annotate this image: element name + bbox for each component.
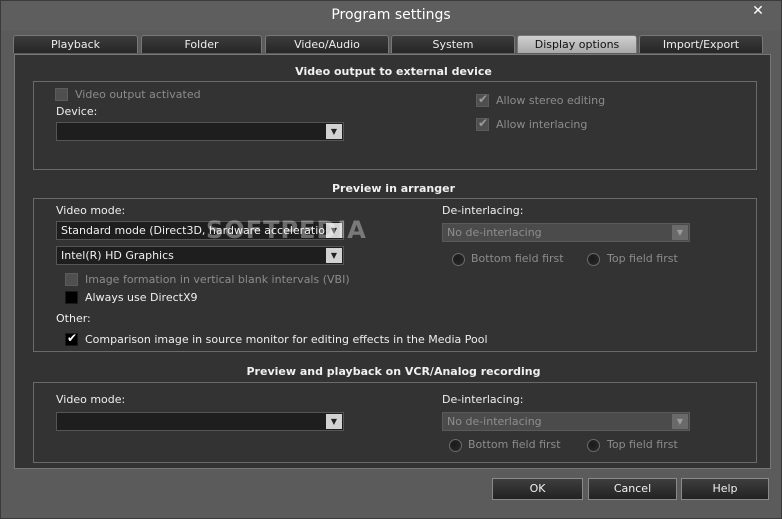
directx9-checkbox[interactable] — [65, 291, 78, 304]
device-label: Device: — [56, 105, 98, 118]
chevron-down-icon: ▼ — [672, 414, 688, 429]
vcr-bottom-field-radio[interactable] — [449, 439, 462, 452]
vcr-video-mode-label: Video mode: — [56, 393, 126, 406]
vcr-top-field-radio[interactable] — [587, 439, 600, 452]
arranger-top-field-radio[interactable] — [587, 253, 600, 266]
arranger-group: Video mode: Standard mode (Direct3D, har… — [33, 198, 757, 352]
softpedia-watermark: SOFTPEDIA — [206, 216, 367, 244]
arranger-video-mode-label: Video mode: — [56, 204, 126, 217]
title-bar: Program settings ✕ — [1, 1, 781, 31]
external-section-title: Video output to external device — [295, 65, 492, 78]
allow-stereo-checkbox[interactable]: ✔ — [476, 92, 489, 107]
video-output-checkbox[interactable] — [55, 88, 68, 101]
program-settings-window: Program settings ✕ Playback Folder Video… — [0, 0, 782, 519]
ok-button[interactable]: OK — [492, 478, 583, 500]
comparison-image-checkbox[interactable]: ✔ — [65, 331, 78, 346]
comparison-image-label: Comparison image in source monitor for e… — [85, 333, 488, 346]
graphics-adapter-value: Intel(R) HD Graphics — [61, 249, 174, 262]
vbi-checkbox[interactable] — [65, 273, 78, 286]
arranger-deinterlacing-value: No de-interlacing — [447, 226, 542, 239]
tab-bar: Playback Folder Video/Audio System Displ… — [13, 35, 773, 55]
vcr-top-field-label: Top field first — [607, 438, 678, 451]
device-dropdown[interactable]: ▼ — [56, 122, 344, 141]
tab-display-options[interactable]: Display options — [517, 35, 637, 53]
vcr-group: Video mode: ▼ De-interlacing: No de-inte… — [33, 382, 757, 463]
cancel-button[interactable]: Cancel — [588, 478, 677, 500]
vbi-label: Image formation in vertical blank interv… — [85, 273, 350, 286]
video-output-label: Video output activated — [75, 88, 201, 101]
tab-import-export[interactable]: Import/Export — [639, 35, 763, 53]
help-button[interactable]: Help — [681, 478, 769, 500]
tab-video-audio[interactable]: Video/Audio — [265, 35, 389, 53]
vcr-bottom-field-label: Bottom field first — [468, 438, 561, 451]
tab-system[interactable]: System — [391, 35, 515, 53]
chevron-down-icon: ▼ — [326, 248, 342, 263]
tab-folder[interactable]: Folder — [141, 35, 262, 53]
arranger-deinterlacing-label: De-interlacing: — [442, 204, 524, 217]
arranger-bottom-field-label: Bottom field first — [471, 252, 564, 265]
arranger-deinterlacing-dropdown[interactable]: No de-interlacing ▼ — [442, 223, 690, 242]
chevron-down-icon: ▼ — [326, 124, 342, 139]
external-group: Video output activated Device: ▼ ✔ Allow… — [33, 81, 757, 170]
vcr-video-mode-dropdown[interactable]: ▼ — [56, 412, 344, 431]
window-title: Program settings — [331, 7, 451, 23]
vcr-deinterlacing-dropdown[interactable]: No de-interlacing ▼ — [442, 412, 690, 431]
check-icon: ✔ — [67, 331, 78, 345]
check-icon: ✔ — [478, 92, 489, 106]
tab-playback[interactable]: Playback — [13, 35, 138, 53]
close-icon[interactable]: ✕ — [741, 1, 775, 23]
tab-content-panel: Video output to external device Video ou… — [14, 54, 771, 469]
chevron-down-icon: ▼ — [326, 414, 342, 429]
arranger-section-title: Preview in arranger — [331, 182, 456, 195]
directx9-label: Always use DirectX9 — [85, 291, 198, 304]
chevron-down-icon: ▼ — [672, 225, 688, 240]
vcr-deinterlacing-label: De-interlacing: — [442, 393, 524, 406]
graphics-adapter-dropdown[interactable]: Intel(R) HD Graphics ▼ — [56, 246, 344, 265]
other-label: Other: — [56, 312, 91, 325]
arranger-bottom-field-radio[interactable] — [452, 253, 465, 266]
allow-stereo-label: Allow stereo editing — [496, 94, 606, 107]
vcr-deinterlacing-value: No de-interlacing — [447, 415, 542, 428]
check-icon: ✔ — [478, 116, 489, 130]
allow-interlacing-label: Allow interlacing — [496, 118, 588, 131]
allow-interlacing-checkbox[interactable]: ✔ — [476, 116, 489, 131]
arranger-top-field-label: Top field first — [607, 252, 678, 265]
vcr-section-title: Preview and playback on VCR/Analog recor… — [246, 365, 541, 378]
